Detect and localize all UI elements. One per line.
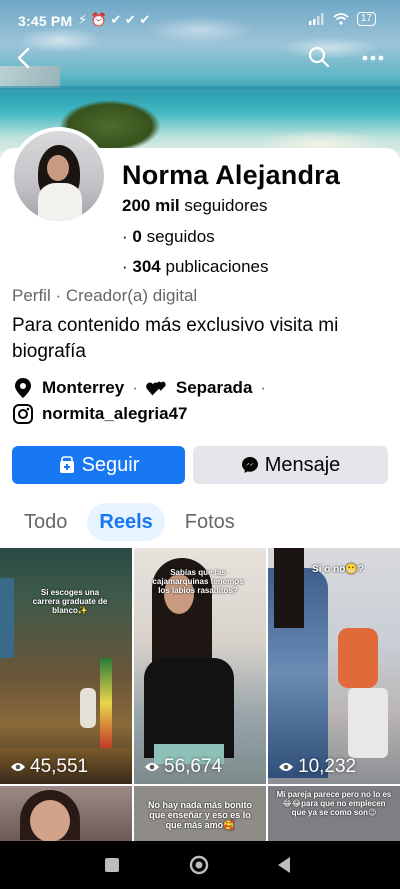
location-pin-icon [12, 377, 34, 399]
reel-thumbnail[interactable] [0, 786, 132, 842]
reel-caption: No hay nada más bonito que enseñar y eso… [147, 800, 252, 830]
status-time: 3:45 PM [18, 13, 73, 29]
following-label: seguidos [146, 227, 215, 246]
follow-icon [58, 456, 76, 474]
tab-todo[interactable]: Todo [12, 503, 79, 541]
back-triangle-icon[interactable] [276, 856, 292, 874]
followers-count: 200 mil [122, 196, 180, 215]
profile-name: Norma Alejandra [122, 160, 341, 190]
profile-category: Perfil · Creador(a) digital [12, 286, 198, 305]
reel-caption: Si escoges una carrera graduate de blanc… [32, 588, 108, 615]
status-right: 17 [308, 12, 376, 26]
hearts-icon [146, 377, 168, 399]
reel-caption: Si o no😬? [312, 564, 364, 575]
reel-views: 56,674 [144, 756, 222, 778]
profile-bio: Para contenido más exclusivo visita mi b… [12, 315, 339, 362]
eye-icon [279, 763, 293, 771]
message-label: Mensaje [264, 453, 341, 476]
location-relationship-row: Monterrey · Separada · [12, 377, 274, 399]
following-count: 0 [132, 227, 142, 246]
tab-reels[interactable]: Reels [87, 503, 165, 541]
reel-thumbnail[interactable]: Si o no😬? 10,232 [268, 548, 400, 784]
following-stat[interactable]: · 0 seguidos [122, 227, 215, 247]
signal-icon [308, 13, 324, 25]
messenger-icon [241, 456, 259, 474]
wifi-icon [333, 13, 349, 25]
status-bar: 3:45 PM ⚡ ⏰ ✔ ✔ ✔ 17 [0, 0, 400, 44]
recent-apps-icon[interactable] [104, 857, 120, 873]
chevron-left-icon [17, 47, 30, 69]
search-icon [308, 46, 330, 68]
followers-stat[interactable]: 200 mil seguidores [122, 196, 268, 216]
reel-thumbnail[interactable]: Sabías que las cajamarquinas tenemos los… [134, 548, 266, 784]
reel-thumbnail[interactable]: Si escoges una carrera graduate de blanc… [0, 548, 132, 784]
search-button[interactable] [306, 44, 332, 70]
tab-fotos[interactable]: Fotos [173, 503, 247, 541]
home-icon[interactable] [189, 855, 209, 875]
followers-label: seguidores [184, 196, 268, 215]
avatar-photo [14, 131, 104, 221]
reel-caption: Sabías que las cajamarquinas tenemos los… [152, 568, 244, 595]
reel-views: 10,232 [278, 756, 356, 778]
relationship-text: Separada [175, 378, 253, 397]
battery-indicator: 17 [356, 12, 376, 26]
eye-icon [145, 763, 159, 771]
profile-avatar[interactable] [10, 127, 108, 225]
system-navigation-bar [0, 841, 400, 889]
message-button[interactable]: Mensaje [193, 446, 388, 484]
instagram-row[interactable]: normita_alegria47 [12, 403, 188, 425]
posts-count: 304 [132, 257, 161, 276]
status-notification-icons: ⚡ ⏰ ✔ ✔ ✔ [78, 12, 151, 27]
instagram-icon [12, 403, 34, 425]
more-horizontal-icon [362, 55, 384, 61]
reel-views: 45,551 [10, 756, 88, 778]
posts-stat[interactable]: · 304 publicaciones [122, 257, 269, 277]
reel-thumbnail[interactable]: Mi pareja parece pero no lo es😂😂para que… [268, 786, 400, 842]
profile-tabs: Todo Reels Fotos [12, 503, 255, 541]
instagram-handle[interactable]: normita_alegria47 [42, 404, 188, 424]
follow-button[interactable]: Seguir [12, 446, 185, 484]
location-text[interactable]: Monterrey [42, 378, 124, 398]
more-options-button[interactable] [360, 46, 386, 70]
reel-caption: Mi pareja parece pero no lo es😂😂para que… [276, 790, 392, 817]
follow-label: Seguir [81, 453, 140, 476]
eye-icon [11, 763, 25, 771]
back-button[interactable] [12, 44, 36, 72]
posts-label: publicaciones [165, 257, 269, 276]
reel-thumbnail[interactable]: No hay nada más bonito que enseñar y eso… [134, 786, 266, 842]
